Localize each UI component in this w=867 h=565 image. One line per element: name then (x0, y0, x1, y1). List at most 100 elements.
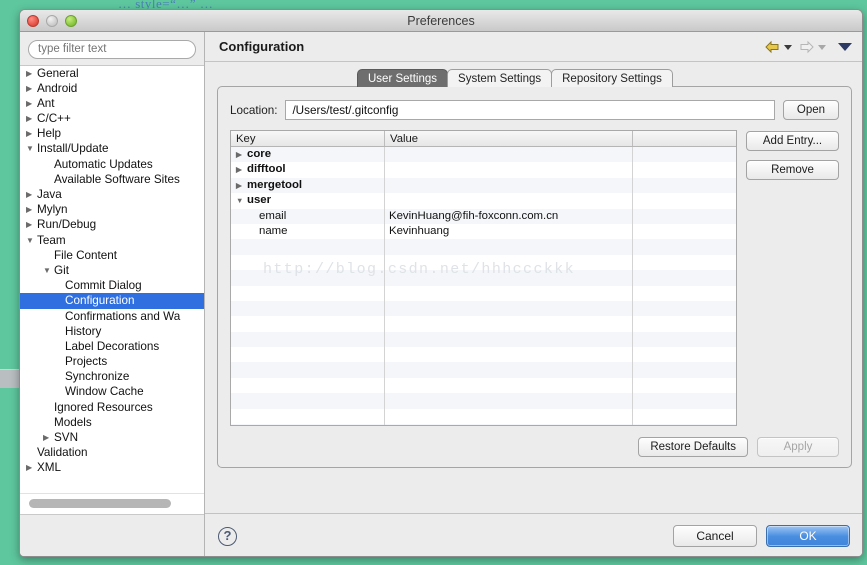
sidebar-item-automatic-updates[interactable]: Automatic Updates (20, 157, 204, 172)
sidebar-item-svn[interactable]: SVN (20, 430, 204, 445)
scrollbar-thumb[interactable] (29, 499, 171, 508)
table-row[interactable]: difftool (231, 162, 736, 177)
minimize-icon[interactable] (46, 15, 58, 27)
sidebar-item-c-c[interactable]: C/C++ (20, 111, 204, 126)
table-row-empty[interactable] (231, 409, 736, 424)
cancel-button[interactable]: Cancel (673, 525, 757, 547)
table-row[interactable]: email KevinHuang@fih-foxconn.com.cn (231, 208, 736, 224)
sidebar-item-git[interactable]: Git (20, 263, 204, 278)
table-row[interactable]: core (231, 147, 736, 163)
back-history-caret-icon[interactable] (784, 45, 792, 50)
scrollbar-track[interactable] (29, 499, 195, 508)
sidebar-item-run-debug[interactable]: Run/Debug (20, 217, 204, 232)
twisty-open-icon[interactable] (26, 233, 37, 248)
sidebar-item-mylyn[interactable]: Mylyn (20, 202, 204, 217)
sidebar-hscroll[interactable] (20, 493, 204, 514)
add-entry-button[interactable]: Add Entry... (746, 131, 839, 151)
sidebar-item-models[interactable]: Models (20, 415, 204, 430)
sidebar-item-general[interactable]: General (20, 66, 204, 81)
twisty-closed-icon[interactable] (43, 430, 54, 445)
twisty-closed-icon[interactable] (26, 81, 37, 96)
table-row-empty[interactable] (231, 255, 736, 270)
search-input[interactable] (28, 39, 196, 59)
remove-button[interactable]: Remove (746, 160, 839, 180)
tab-system-settings[interactable]: System Settings (447, 69, 553, 87)
sidebar-item-confirmations-and-wa[interactable]: Confirmations and Wa (20, 309, 204, 324)
twisty-open-icon[interactable] (236, 193, 247, 208)
table-cell-key (231, 255, 384, 270)
table-row-empty[interactable] (231, 270, 736, 286)
sidebar-item-install-update[interactable]: Install/Update (20, 141, 204, 156)
twisty-closed-icon[interactable] (26, 202, 37, 217)
sidebar-item-configuration[interactable]: Configuration (20, 293, 204, 309)
sidebar-item-java[interactable]: Java (20, 187, 204, 202)
twisty-closed-icon[interactable] (236, 178, 247, 193)
table-row-empty[interactable] (231, 424, 736, 425)
table-row-empty[interactable] (231, 286, 736, 301)
sidebar-item-ant[interactable]: Ant (20, 96, 204, 111)
preferences-content-panel: Configuration User Settings System Settin… (205, 32, 862, 556)
sidebar-item-xml[interactable]: XML (20, 460, 204, 475)
sidebar-item-available-software-sites[interactable]: Available Software Sites (20, 172, 204, 187)
sidebar-item-projects[interactable]: Projects (20, 354, 204, 369)
window-controls[interactable] (27, 15, 77, 27)
table-row-empty[interactable] (231, 239, 736, 255)
twisty-closed-icon[interactable] (26, 187, 37, 202)
table-row[interactable]: user (231, 193, 736, 208)
open-button[interactable]: Open (783, 100, 839, 120)
sidebar-item-label: Available Software Sites (54, 172, 180, 186)
twisty-open-icon[interactable] (26, 141, 37, 156)
table-row-empty[interactable] (231, 393, 736, 409)
location-input[interactable] (285, 100, 775, 120)
config-table[interactable]: Key Value coredifftoolmergetooluseremail… (230, 130, 737, 426)
table-cell-value (384, 162, 632, 177)
sidebar-item-label-decorations[interactable]: Label Decorations (20, 339, 204, 354)
apply-button[interactable]: Apply (757, 437, 839, 457)
table-row-empty[interactable] (231, 316, 736, 331)
table-row-empty[interactable] (231, 362, 736, 378)
sidebar-item-help[interactable]: Help (20, 126, 204, 141)
twisty-closed-icon[interactable] (26, 66, 37, 81)
column-header-key[interactable]: Key (231, 131, 384, 146)
table-row-empty[interactable] (231, 347, 736, 362)
location-row: Location: Open (230, 100, 839, 120)
sidebar-item-synchronize[interactable]: Synchronize (20, 369, 204, 384)
dialog-action-buttons: Cancel OK (673, 525, 850, 547)
table-row-empty[interactable] (231, 300, 736, 317)
sidebar-item-history[interactable]: History (20, 324, 204, 339)
twisty-closed-icon[interactable] (26, 217, 37, 232)
twisty-closed-icon[interactable] (26, 460, 37, 475)
tab-user-settings[interactable]: User Settings (357, 69, 449, 87)
column-header-extra[interactable] (632, 131, 736, 146)
back-arrow-icon[interactable] (764, 40, 781, 54)
twisty-closed-icon[interactable] (236, 147, 247, 162)
chevron-down-icon[interactable] (838, 42, 852, 51)
sidebar-item-team[interactable]: Team (20, 233, 204, 248)
twisty-closed-icon[interactable] (26, 111, 37, 126)
twisty-closed-icon[interactable] (236, 162, 247, 177)
help-icon[interactable]: ? (218, 526, 237, 546)
tab-repository-settings[interactable]: Repository Settings (551, 69, 673, 87)
twisty-closed-icon[interactable] (26, 96, 37, 111)
table-row-empty[interactable] (231, 378, 736, 393)
zoom-icon[interactable] (65, 15, 77, 27)
table-row[interactable]: name Kevinhuang (231, 224, 736, 239)
restore-defaults-button[interactable]: Restore Defaults (638, 437, 748, 457)
table-row[interactable]: mergetool (231, 177, 736, 194)
column-header-value[interactable]: Value (384, 131, 632, 146)
ok-button[interactable]: OK (766, 525, 850, 547)
close-icon[interactable] (27, 15, 39, 27)
sidebar-item-android[interactable]: Android (20, 81, 204, 96)
sidebar-item-commit-dialog[interactable]: Commit Dialog (20, 278, 204, 293)
sidebar-item-ignored-resources[interactable]: Ignored Resources (20, 400, 204, 415)
table-row-empty[interactable] (231, 331, 736, 348)
twisty-open-icon[interactable] (43, 263, 54, 278)
sidebar-item-file-content[interactable]: File Content (20, 248, 204, 263)
twisty-closed-icon[interactable] (26, 126, 37, 141)
sidebar-item-validation[interactable]: Validation (20, 445, 204, 460)
preferences-tree[interactable]: GeneralAndroidAnt C/C++HelpInstall/Update… (20, 64, 204, 493)
sidebar-item-window-cache[interactable]: Window Cache (20, 384, 204, 399)
sidebar-item-label: Ignored Resources (54, 400, 153, 414)
settings-tabs[interactable]: User Settings System Settings Repository S… (357, 69, 852, 87)
table-cell-extra (632, 378, 736, 393)
